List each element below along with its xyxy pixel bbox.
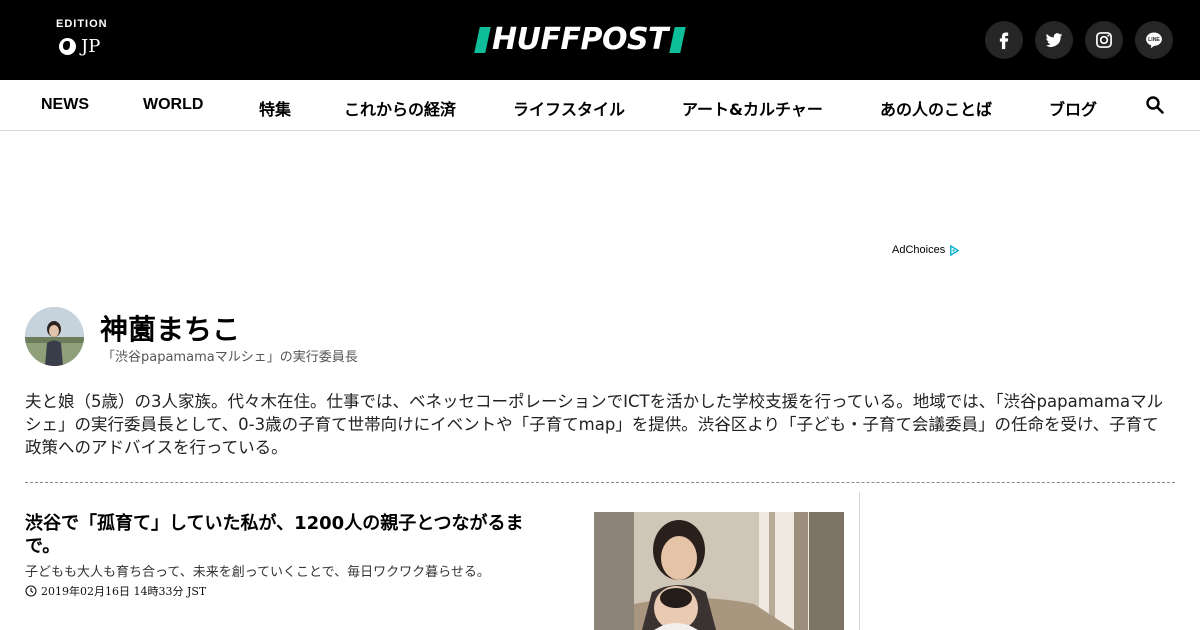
nav-item-blog[interactable]: ブログ bbox=[1049, 96, 1097, 120]
logo-bar-right bbox=[669, 27, 686, 53]
edition-selector[interactable]: EDITION JP bbox=[56, 18, 108, 57]
clock-icon bbox=[25, 585, 37, 597]
adchoices-link[interactable]: AdChoices bbox=[892, 244, 960, 256]
logo-bar-left bbox=[474, 27, 491, 53]
section-divider bbox=[25, 482, 1175, 483]
article-timestamp-text: 2019年02月16日 14時33分 JST bbox=[41, 585, 207, 598]
nav-item-news[interactable]: NEWS bbox=[41, 96, 89, 114]
social-links: LINE bbox=[973, 21, 1173, 59]
edition-label: EDITION bbox=[56, 18, 108, 30]
facebook-icon bbox=[999, 32, 1009, 50]
site-header: EDITION JP HUFFPOST LINE bbox=[0, 0, 1200, 80]
nav-item-economy[interactable]: これからの経済 bbox=[344, 96, 456, 120]
article-thumbnail[interactable] bbox=[594, 512, 844, 630]
line-label: LINE bbox=[1148, 37, 1160, 43]
article-title-link[interactable]: 渋谷で「孤育て」していた私が、1200人の親子とつながるまで。 bbox=[25, 512, 555, 558]
article-description: 子どもも大人も育ち合って、未来を創っていくことで、毎日ワクワク暮らせる。 bbox=[25, 565, 490, 580]
nav-item-world[interactable]: WORLD bbox=[143, 96, 203, 114]
globe-icon bbox=[59, 38, 76, 55]
twitter-icon bbox=[1045, 33, 1063, 47]
instagram-button[interactable] bbox=[1085, 21, 1123, 59]
edition-code: JP bbox=[81, 36, 101, 57]
nav-item-features[interactable]: 特集 bbox=[259, 96, 291, 120]
author-title: 「渋谷papamamaマルシェ」の実行委員長 bbox=[102, 350, 358, 365]
huffpost-logo[interactable]: HUFFPOST bbox=[474, 22, 686, 57]
main-nav: NEWS WORLD 特集 これからの経済 ライフスタイル アート&カルチャー … bbox=[0, 80, 1200, 131]
twitter-button[interactable] bbox=[1035, 21, 1073, 59]
search-icon[interactable] bbox=[1145, 95, 1165, 115]
line-icon: LINE bbox=[1146, 32, 1162, 49]
column-divider bbox=[859, 492, 860, 630]
nav-item-lifestyle[interactable]: ライフスタイル bbox=[513, 96, 625, 120]
line-button[interactable]: LINE bbox=[1135, 21, 1173, 59]
nav-item-voices[interactable]: あの人のことば bbox=[880, 96, 992, 120]
instagram-icon bbox=[1096, 32, 1112, 48]
author-bio: 夫と娘（5歳）の3人家族。代々木在住。仕事では、ベネッセコーポレーションでICT… bbox=[25, 392, 1164, 457]
adchoices-label: AdChoices bbox=[892, 244, 946, 256]
nav-item-arts-culture[interactable]: アート&カルチャー bbox=[682, 96, 823, 120]
adchoices-icon bbox=[950, 244, 960, 256]
author-avatar bbox=[25, 307, 84, 366]
article-timestamp: 2019年02月16日 14時33分 JST bbox=[25, 583, 206, 599]
logo-text: HUFFPOST bbox=[492, 22, 669, 57]
author-name: 神薗まちこ bbox=[100, 313, 241, 346]
facebook-button[interactable] bbox=[985, 21, 1023, 59]
